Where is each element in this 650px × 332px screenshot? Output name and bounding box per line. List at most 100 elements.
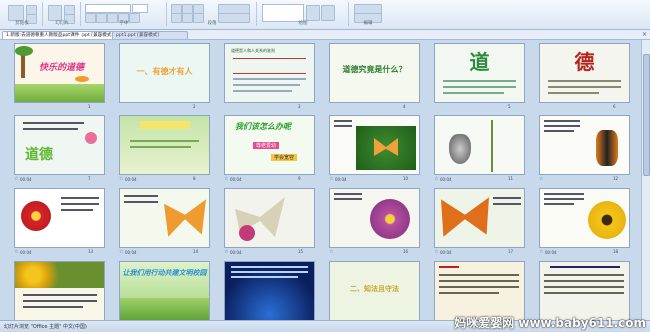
slide-number: 11 [508, 176, 514, 181]
slide-thumbnail-22[interactable]: 二、知法且守法 [329, 261, 420, 321]
text-line [544, 292, 624, 294]
slide-sorter-view: 快乐的道德 1 一、有德才有人 2 道德是人和人关系的准则 3 道德究竟是什么？… [0, 40, 642, 321]
text-line [439, 266, 459, 268]
slide-thumbnail-17[interactable] [434, 188, 525, 248]
text-line [544, 280, 624, 282]
text-line [334, 125, 352, 127]
palm-leaves [15, 46, 33, 56]
transition-star-icon[interactable]: ☆ [224, 176, 228, 182]
text-line [23, 300, 97, 302]
transition-star-icon[interactable]: ☆ [329, 249, 333, 255]
butterfly-photo [356, 126, 416, 170]
slide-thumbnail-2[interactable]: 一、有德才有人 [119, 43, 210, 103]
slide-thumbnail-1[interactable]: 快乐的道德 [14, 43, 105, 103]
slide-thumbnail-24[interactable] [539, 261, 630, 321]
new-slide-icon[interactable] [48, 5, 62, 21]
tag-label: 尊老爱幼 [253, 142, 280, 149]
quote-box [233, 58, 306, 74]
monarch-butterfly-photo [441, 197, 489, 237]
text-line [130, 140, 199, 142]
text-line [439, 286, 519, 288]
transition-star-icon[interactable]: ☆ [119, 176, 123, 182]
text-line [439, 292, 499, 294]
ribbon-toolbar: 剪贴板 幻灯片 字体 段落 绘图 编辑 [0, 0, 650, 30]
slide-thumbnail-3[interactable]: 道德是人和人关系的准则 [224, 43, 315, 103]
slide-thumbnail-18[interactable] [539, 188, 630, 248]
text-line [130, 146, 191, 148]
grass-graphic [15, 84, 104, 102]
slide-thumbnail-8[interactable] [119, 115, 210, 175]
slide-thumbnail-19[interactable] [14, 261, 105, 321]
vertical-scrollbar[interactable] [641, 40, 650, 321]
slide-thumbnail-13[interactable] [14, 188, 105, 248]
text-line [231, 271, 308, 273]
slide-number: 5 [508, 104, 511, 109]
text-line [439, 274, 519, 276]
text-line [544, 193, 584, 195]
ribbon-group-editing: 编辑 [350, 2, 386, 26]
transition-star-icon[interactable]: ☆ [434, 176, 438, 182]
ribbon-group-label: 幻灯片 [55, 21, 69, 26]
close-icon[interactable]: × [642, 30, 647, 39]
butterfly-on-flower-photo [370, 199, 410, 239]
slide-timing: 00:04 [230, 177, 242, 182]
slide-timing: 00:04 [20, 250, 32, 255]
slide-thumbnail-10[interactable] [329, 115, 420, 175]
cocoon-photo [449, 134, 471, 164]
slide-title: 道德究竟是什么？ [342, 65, 407, 74]
doc-tab-inactive[interactable]: ppt1.ppt [兼容模式] [112, 31, 188, 39]
arrange-icon[interactable] [306, 5, 320, 21]
slide-thumbnail-4[interactable]: 道德究竟是什么？ [329, 43, 420, 103]
slide-title: 道 [469, 50, 490, 74]
transition-star-icon[interactable]: ☆ [224, 249, 228, 255]
slide-thumbnail-9[interactable]: 我们该怎么办呢 尊老爱幼 学会宽容 [224, 115, 315, 175]
text-line [233, 78, 306, 80]
transition-star-icon[interactable]: ☆ [329, 176, 333, 182]
slide-number: 12 [613, 176, 619, 181]
slide-thumbnail-6[interactable]: 德 [539, 43, 630, 103]
slide-timing: 00:04 [440, 177, 452, 182]
slide-thumbnail-11[interactable] [434, 115, 525, 175]
slide-thumbnail-21[interactable] [224, 261, 315, 321]
slide-thumbnail-20[interactable]: 让我们用行动共建文明校园 [119, 261, 210, 321]
slide-thumbnail-7[interactable]: 道德 [14, 115, 105, 175]
quick-styles-icon[interactable] [321, 5, 335, 21]
document-tab-bar: 1.新版:去道德尊重人教版品ppt课件 .ppt [兼容模式] ppt1.ppt… [0, 30, 650, 40]
font-size-select[interactable] [132, 4, 148, 13]
scrollbar-thumb[interactable] [643, 54, 650, 176]
text-line [493, 203, 521, 205]
transition-star-icon[interactable]: ☆ [14, 176, 18, 182]
transition-star-icon[interactable]: ☆ [434, 249, 438, 255]
doc-tab-active[interactable]: 1.新版:去道德尊重人教版品ppt课件 .ppt [兼容模式] [2, 31, 118, 39]
slide-thumbnail-16[interactable] [329, 188, 420, 248]
slide-thumbnail-15[interactable] [224, 188, 315, 248]
text-line [544, 130, 574, 132]
text-line [544, 120, 580, 122]
text-line [548, 86, 621, 88]
transition-star-icon[interactable]: ☆ [119, 249, 123, 255]
slide-thumbnail-14[interactable] [119, 188, 210, 248]
pink-flower-graphic [239, 225, 255, 241]
paste-icon[interactable] [8, 5, 24, 21]
slide-number: 18 [613, 249, 619, 254]
text-line [443, 80, 516, 82]
text-line [544, 198, 584, 200]
slide-thumbnail-23[interactable] [434, 261, 525, 321]
transition-star-icon[interactable]: ☆ [14, 249, 18, 255]
slide-timing: 00:04 [335, 177, 347, 182]
slide-title: 道德 [25, 147, 53, 163]
transition-star-icon[interactable]: ☆ [539, 176, 543, 182]
text-line [544, 203, 574, 205]
text-line [23, 122, 84, 124]
slide-number: 4 [403, 104, 406, 109]
font-name-select[interactable] [85, 4, 131, 13]
yellow-flowers-photo [15, 262, 104, 288]
slide-number: 10 [403, 176, 409, 181]
slide-body-text: 道德是人和人关系的准则 [231, 48, 275, 53]
status-bar: 幻灯片浏览 "Office 主题" 中文(中国) 妈咪爱婴网 www.baby6… [0, 316, 650, 332]
grass-graphic [120, 298, 209, 320]
transition-star-icon[interactable]: ☆ [539, 249, 543, 255]
slide-thumbnail-5[interactable]: 道 [434, 43, 525, 103]
text-line [23, 294, 97, 296]
slide-thumbnail-12[interactable] [539, 115, 630, 175]
